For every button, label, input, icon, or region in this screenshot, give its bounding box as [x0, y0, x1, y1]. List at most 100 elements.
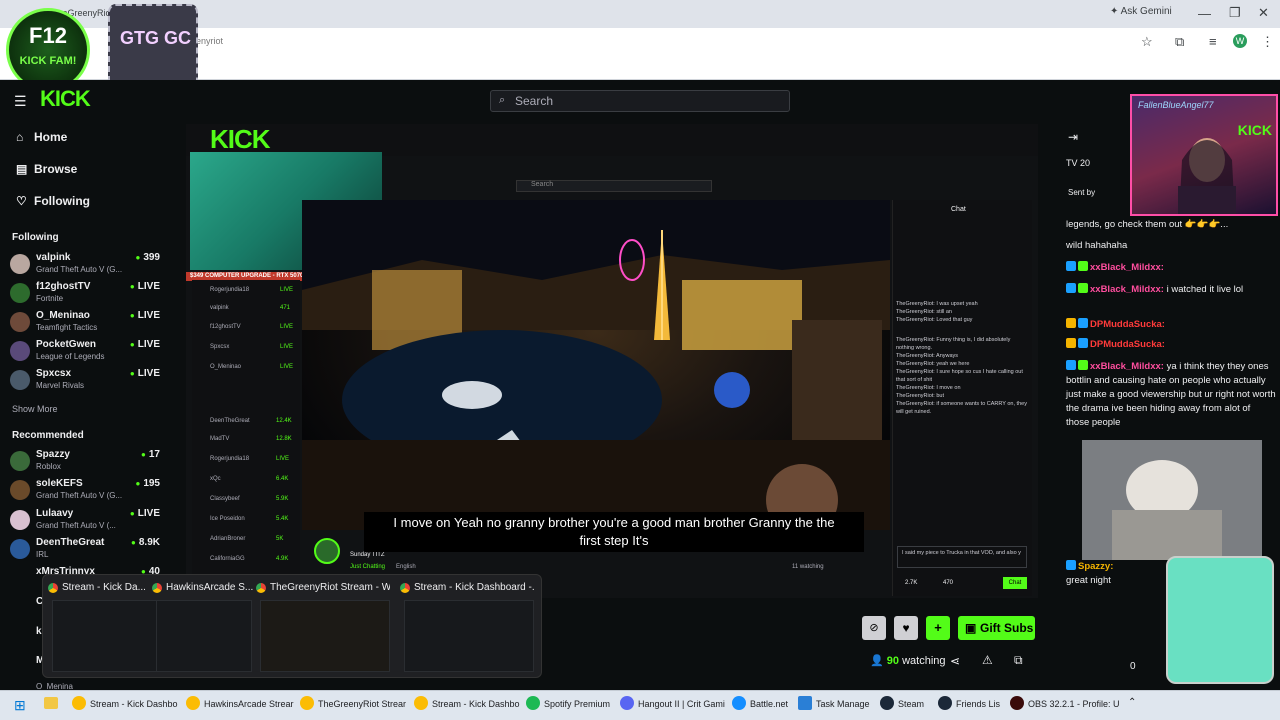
- chat-username[interactable]: Spazzy:: [1078, 561, 1113, 572]
- report-icon[interactable]: ⚠: [982, 653, 993, 667]
- inner-channel-status: 471: [280, 305, 291, 311]
- cup-overlay: [1166, 556, 1274, 684]
- minimize-icon[interactable]: —: [1198, 6, 1211, 21]
- taskbar-item[interactable]: Stream - Kick Dashbo: [414, 696, 520, 710]
- chat-username[interactable]: DPMuddaSucka:: [1090, 339, 1165, 350]
- chat-username[interactable]: xxBlack_Mildxx:: [1090, 284, 1164, 295]
- window-title: Stream - Kick Dashboard -...: [414, 582, 534, 593]
- tray-chevron-icon[interactable]: ⌃: [1128, 697, 1136, 708]
- taskbar-item[interactable]: Friends Lis: [938, 696, 1000, 710]
- channel-game: Fortnite: [36, 294, 64, 303]
- steam-icon: [938, 696, 952, 710]
- follow-button[interactable]: ♥: [894, 616, 918, 640]
- following-channel[interactable]: PocketGwen League of Legends LIVE: [10, 339, 160, 367]
- channel-name: valpink: [36, 252, 71, 263]
- recommended-channel[interactable]: Lulaavy Grand Theft Auto V (... LIVE: [10, 508, 160, 536]
- inner-language: English: [396, 564, 416, 570]
- taskbar-item[interactable]: Steam: [880, 696, 924, 710]
- taskbar-item[interactable]: TheGreenyRiot Strear: [300, 696, 406, 710]
- browse-icon: ▤: [16, 162, 28, 176]
- share-icon[interactable]: ⋖: [950, 654, 960, 668]
- badge-icon: [1066, 360, 1076, 370]
- following-channel[interactable]: f12ghostTV Fortnite LIVE: [10, 281, 160, 309]
- hamburger-menu-icon[interactable]: ☰: [14, 93, 27, 110]
- taskbar-item[interactable]: Task Manage: [798, 696, 870, 710]
- inner-channel-status: 5.4K: [276, 516, 289, 522]
- show-more-link[interactable]: Show More: [12, 404, 58, 414]
- maximize-icon[interactable]: ❐: [1229, 5, 1241, 21]
- file-explorer-icon[interactable]: [44, 697, 58, 709]
- inner-channel-status: LIVE: [276, 456, 290, 462]
- recommended-channel[interactable]: DeenTheGreat IRL 8.9K: [10, 537, 160, 565]
- extensions-icon[interactable]: ⧉: [1175, 34, 1184, 50]
- profile-avatar[interactable]: W: [1233, 34, 1247, 48]
- chat-username[interactable]: DPMuddaSucka:: [1090, 319, 1165, 330]
- recommended-channel[interactable]: Spazzy Roblox 17: [10, 449, 160, 477]
- taskbar-item[interactable]: OBS 32.2.1 - Profile: U: [1010, 696, 1120, 710]
- las-vegas-illustration: [302, 200, 890, 530]
- chrome-menu-icon[interactable]: ⋮: [1261, 34, 1274, 50]
- window-thumbnail[interactable]: Stream - Kick Dashboard -...: [398, 580, 536, 676]
- taskbar-item[interactable]: Battle.net: [732, 696, 788, 710]
- taskbar-label: Battle.net: [750, 699, 789, 709]
- las-vegas-night-scene: [302, 200, 890, 530]
- channel-status: LIVE: [130, 310, 160, 321]
- following-channel[interactable]: valpink Grand Theft Auto V (G... 399: [10, 252, 160, 280]
- mute-notifications-button[interactable]: ⊘: [862, 616, 886, 640]
- inner-chat-panel: Chat TheGreenyRiot: I was upset yeah The…: [892, 200, 1032, 596]
- badge-icon: [1066, 261, 1076, 271]
- inner-channel-status: 12.4K: [276, 418, 292, 424]
- taskbar-item[interactable]: HawkinsArcade Strear: [186, 696, 294, 710]
- inner-chat-line: TheGreenyRiot: if someone wants to CARRY…: [896, 401, 1027, 415]
- kick-logo[interactable]: KICK: [40, 86, 91, 112]
- channel-name: Lulaavy: [36, 508, 74, 519]
- taskbar-label: HawkinsArcade Strear: [204, 699, 294, 709]
- inner-channel: O_Meninao: [210, 364, 242, 370]
- collapse-chat-icon[interactable]: ⇥: [1068, 130, 1078, 144]
- spotify-icon: [526, 696, 540, 710]
- caption-line-1: I move on Yeah no granny brother you're …: [393, 515, 835, 530]
- window-title: TheGreenyRiot Stream - W...: [270, 582, 390, 593]
- discord-icon: [620, 696, 634, 710]
- pinned-sent-by: Sent by: [1068, 188, 1096, 197]
- following-channel[interactable]: Spxcsx Marvel Rivals LIVE: [10, 368, 160, 396]
- channel-status: LIVE: [130, 508, 160, 519]
- search-input[interactable]: ⌕ Search: [490, 90, 790, 112]
- taskbar-label: Stream - Kick Dashbo: [90, 699, 178, 709]
- clip-icon[interactable]: ⧉: [1014, 653, 1023, 668]
- inner-chat-line: TheGreenyRiot: but: [896, 393, 944, 399]
- taskbar-label: Friends Lis: [956, 699, 1001, 709]
- nav-home[interactable]: ⌂ Home: [16, 130, 67, 144]
- gift-subs-button[interactable]: ▣ Gift Subs: [958, 616, 1035, 640]
- window-preview: [156, 600, 252, 672]
- badge-icon: [1078, 283, 1088, 293]
- window-thumbnail[interactable]: TheGreenyRiot Stream - W...: [254, 580, 392, 676]
- following-channel[interactable]: O_Meninao Teamfight Tactics LIVE: [10, 310, 160, 338]
- taskbar-item[interactable]: Spotify Premium: [526, 696, 610, 710]
- overlay-logo-line2: KICK FAM!: [19, 55, 77, 67]
- channel-game: League of Legends: [36, 352, 105, 361]
- inner-channel-status: 4.9K: [276, 556, 289, 562]
- inner-channel: Spxcsx: [210, 344, 230, 350]
- nav-following[interactable]: ♡ Following: [16, 194, 90, 208]
- bookmark-star-icon[interactable]: ☆: [1141, 34, 1153, 50]
- avatar: [10, 510, 30, 530]
- channel-game: Grand Theft Auto V (G...: [36, 265, 123, 274]
- chat-username[interactable]: xxBlack_Mildxx:: [1090, 361, 1164, 372]
- gift-subs-label: Gift Subs: [980, 621, 1034, 635]
- nav-following-label: Following: [34, 194, 90, 208]
- subscribe-button[interactable]: +: [926, 616, 950, 640]
- ask-gemini-button[interactable]: ✦ Ask Gemini: [1110, 6, 1172, 17]
- taskbar-item[interactable]: Stream - Kick Dashbo: [72, 696, 178, 710]
- address-text[interactable]: enyriot: [196, 36, 223, 46]
- chat-username[interactable]: xxBlack_Mildxx:: [1090, 262, 1164, 273]
- nav-browse[interactable]: ▤ Browse: [16, 162, 77, 176]
- windows-start-icon[interactable]: ⊞: [14, 697, 26, 714]
- taskbar-item[interactable]: Hangout II | Crit Gami: [620, 696, 725, 710]
- media-icon[interactable]: ≡: [1209, 34, 1217, 49]
- channel-game: Teamfight Tactics: [36, 323, 98, 332]
- recommended-channel[interactable]: soleKEFS Grand Theft Auto V (G... 195: [10, 478, 160, 506]
- channel-status: 8.9K: [131, 537, 160, 548]
- close-icon[interactable]: ✕: [1258, 5, 1269, 21]
- chrome-icon: [152, 583, 162, 593]
